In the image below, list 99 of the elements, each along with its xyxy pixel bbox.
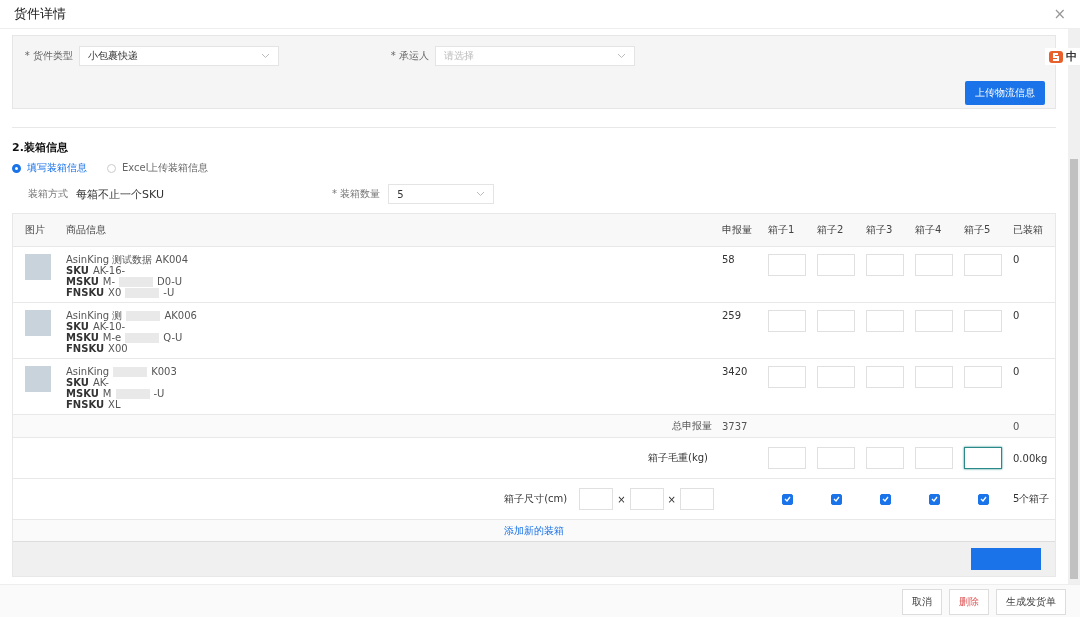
checkbox[interactable] [928,493,940,505]
quantity-input[interactable] [817,254,855,276]
text: AsinKing 测试数据 AK004 [66,254,189,265]
quantity-input[interactable] [866,254,904,276]
table-cell-text: 0 [1013,310,1021,321]
chevron-down-icon [617,53,626,59]
table-cell-text: 58 [722,254,736,265]
total-label: 总申报量 [671,419,713,433]
checkbox[interactable] [879,493,891,505]
quantity-input[interactable] [866,310,904,332]
quantity-input[interactable] [964,366,1002,388]
quantity-input[interactable] [915,254,953,276]
times-sign: × [617,493,626,505]
checkbox[interactable] [977,493,989,505]
text: SKU [66,265,89,276]
field-label: * 装箱数量 [332,187,381,201]
quantity-input[interactable] [915,366,953,388]
column-header: 申报量 [722,223,753,237]
footer-button[interactable]: 取消 [902,589,942,615]
select-field[interactable]: 5 [388,184,495,204]
section-title: 2.装箱信息 [12,140,69,155]
column-header: 图片 [25,223,46,237]
footer-button[interactable]: 删除 [949,589,989,615]
field-value: 每箱不止一个SKU [76,186,165,202]
width-input[interactable] [629,488,664,510]
text: FNSKU [66,399,105,410]
text: SKU [66,377,89,388]
quantity-input[interactable] [817,310,855,332]
text: K003 [151,366,177,377]
table-cell-text: 0 [1013,420,1021,432]
text: FNSKU [66,343,105,354]
upload-button[interactable]: 上传物流信息 [965,81,1045,105]
quantity-input[interactable] [768,366,806,388]
scrollbar-thumb[interactable] [1070,159,1078,579]
field-label: * 货件类型 [23,49,73,63]
column-header: 箱子1 [768,223,796,237]
text: M [102,388,112,399]
field-label: * 承运人 [389,49,429,63]
times-sign: × [667,493,676,505]
table-cell-text: 3737 [722,420,749,432]
photo-placeholder [25,254,51,280]
text: M- [102,276,116,287]
text: AsinKing 测 [66,310,123,321]
column-header: 箱子3 [866,223,894,237]
text: MSKU [66,276,99,287]
text: X00 [108,343,128,354]
text: FNSKU [66,287,105,298]
action-button[interactable] [971,548,1041,570]
table-cell-text: 3420 [722,366,749,377]
add-box-link[interactable]: 添加新的装箱 [504,523,564,538]
text: MSKU [66,332,99,343]
text: AK006 [164,310,197,321]
box-total: 5个箱子 [1013,492,1051,506]
column-header: 箱子5 [964,223,992,237]
text: D0-U [157,276,183,287]
checkbox[interactable] [781,493,793,505]
weight-total: 0.00kg [1013,452,1049,464]
photo-placeholder [25,310,51,336]
size-label: 箱子尺寸(cm) [504,492,568,506]
text: MSKU [66,388,99,399]
photo-placeholder [25,366,51,392]
text: AK-16- [92,265,126,276]
length-input[interactable] [579,488,614,510]
column-header: 箱子4 [915,223,943,237]
table-cell-text: 0 [1013,254,1021,265]
radio-option[interactable]: 填写装箱信息 [12,161,87,175]
dialog-title: 货件详情 [14,5,66,23]
chevron-down-icon [476,191,486,197]
height-input[interactable] [680,488,714,510]
text: M-e [102,332,122,343]
text: -U [153,388,165,399]
table-cell-text: 0 [1013,366,1021,377]
text: XL [108,399,121,410]
text: AK- [92,377,109,388]
quantity-input[interactable] [964,310,1002,332]
select-field[interactable]: 小包裹快递 [79,46,279,66]
column-header: 已装箱 [1013,223,1044,237]
footer-button[interactable]: 生成发货单 [996,589,1066,615]
chevron-down-icon [261,53,270,59]
radio-option[interactable]: Excel上传装箱信息 [107,161,209,175]
weight-label: 箱子毛重(kg) [648,451,708,465]
quantity-input[interactable] [817,366,855,388]
text: Q-U [163,332,183,343]
field-label: 装箱方式 [28,187,68,201]
quantity-input[interactable] [768,310,806,332]
quantity-input[interactable] [866,366,904,388]
text: AK-10- [92,321,126,332]
quantity-input[interactable] [964,254,1002,276]
text: -U [163,287,175,298]
quantity-input[interactable] [915,310,953,332]
column-header: 箱子2 [817,223,845,237]
text: AsinKing [66,366,110,377]
text: X0 [108,287,122,298]
quantity-input[interactable] [768,254,806,276]
column-header: 商品信息 [66,223,107,237]
text: SKU [66,321,89,332]
weight-input[interactable] [964,447,1002,469]
checkbox[interactable] [830,493,842,505]
table-cell-text: 259 [722,310,743,321]
